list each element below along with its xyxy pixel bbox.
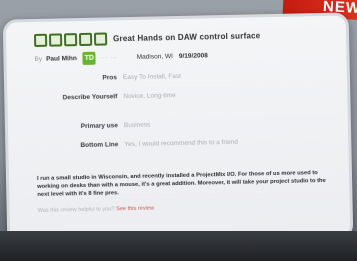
reviewer-badge-icon: TD [82, 51, 96, 65]
field-value: Novice, Long-time [123, 92, 176, 101]
review-header: Great Hands on DAW control surface [33, 29, 261, 47]
field-value: Yes, I would recommend this to a friend [124, 138, 238, 149]
star-icon [93, 32, 108, 46]
review-body: I run a small studio in Wisconsin, and r… [36, 170, 326, 198]
star-icon [78, 32, 93, 47]
field-label: Primary use [80, 122, 118, 131]
field-label: Describe Yourself [62, 93, 118, 102]
review-date: 9/19/2008 [178, 52, 208, 60]
star-icon [48, 33, 63, 47]
star-rating [33, 32, 108, 47]
field-pros: Pros Easy To Install, Fast [35, 72, 181, 84]
reviewer-meta: ···· ··· [99, 54, 117, 62]
field-describe-yourself: Describe Yourself Novice, Long-time [35, 91, 176, 103]
star-icon [33, 33, 48, 47]
review-title: Great Hands on DAW control surface [113, 31, 261, 44]
field-value: Business [123, 121, 151, 130]
field-label: Bottom Line [80, 141, 119, 150]
field-primary-use: Primary use Business [36, 121, 151, 132]
byline-prefix: By [34, 55, 43, 63]
review-byline: By Paul Mihn TD ···· ··· Madison, WI 9/1… [34, 49, 208, 66]
desk-surface [0, 231, 357, 261]
field-label: Pros [102, 74, 117, 82]
helpful-link[interactable]: See this review [116, 206, 154, 213]
field-bottom-line: Bottom Line Yes, I would recommend this … [36, 138, 238, 151]
author-location: Madison, WI [136, 53, 173, 61]
field-value: Easy To Install, Fast [122, 72, 182, 82]
helpful-prompt: Was this review helpful to you? See this… [38, 202, 328, 214]
review-card: Great Hands on DAW control surface By Pa… [2, 12, 354, 246]
star-icon [63, 33, 78, 47]
helpful-question: Was this review helpful to you? [37, 206, 115, 214]
author-name[interactable]: Paul Mihn [46, 55, 77, 63]
